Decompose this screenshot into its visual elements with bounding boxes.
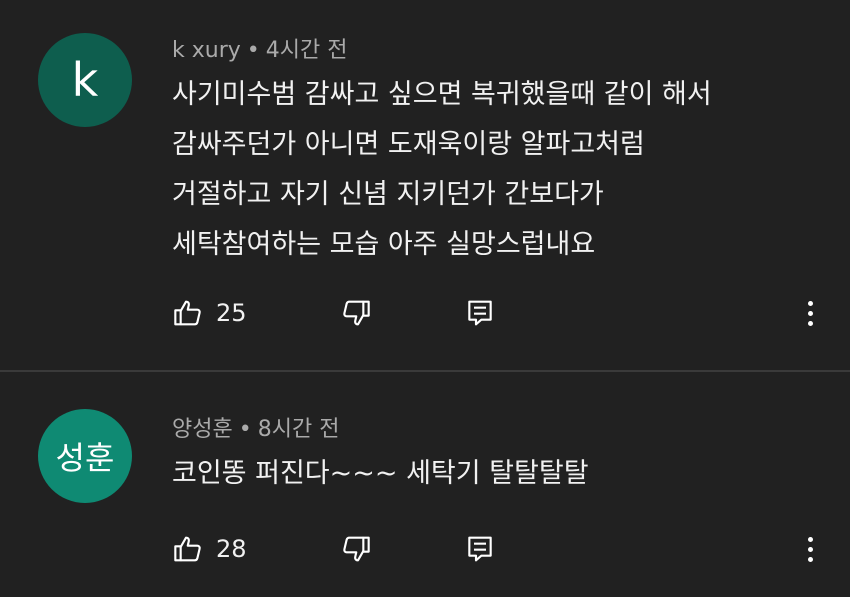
comment-line: 거절하고 자기 신념 지키던가 간보다가 bbox=[172, 179, 604, 210]
comment-item: 성훈 양성훈 • 8시간 전 코인똥 퍼진다~~~ 세탁기 탈탈탈탈 28 bbox=[0, 375, 850, 597]
meta-separator: • bbox=[238, 417, 252, 442]
more-vert-icon[interactable] bbox=[800, 293, 820, 333]
comment-actions: 28 bbox=[172, 529, 496, 569]
comment-line: 감싸주던가 아니면 도재욱이랑 알파고처럼 bbox=[172, 129, 645, 160]
more-vert-icon[interactable] bbox=[800, 529, 820, 569]
comment-time: 8시간 전 bbox=[257, 417, 340, 442]
comment-actions: 25 bbox=[172, 293, 496, 333]
divider bbox=[0, 370, 850, 372]
comment-line: 세탁참여하는 모습 아주 실망스럽내요 bbox=[172, 229, 596, 260]
avatar[interactable]: 성훈 bbox=[38, 409, 132, 503]
comment-line: 사기미수범 감싸고 싶으면 복귀했을때 같이 해서 bbox=[172, 79, 712, 110]
like-count: 28 bbox=[216, 535, 247, 563]
comment-author[interactable]: k xury bbox=[172, 38, 241, 63]
avatar[interactable]: k bbox=[38, 33, 132, 127]
meta-separator: • bbox=[246, 38, 260, 63]
reply-icon[interactable] bbox=[464, 297, 496, 329]
comment-item: k k xury • 4시간 전 사기미수범 감싸고 싶으면 복귀했을때 같이 해서… bbox=[0, 0, 850, 370]
thumbs-up-icon[interactable] bbox=[172, 297, 204, 329]
comment-meta: k xury • 4시간 전 bbox=[172, 32, 347, 64]
reply-icon[interactable] bbox=[464, 533, 496, 565]
comment-time: 4시간 전 bbox=[265, 38, 348, 63]
thumbs-down-icon[interactable] bbox=[340, 533, 372, 565]
comment-text: 사기미수범 감싸고 싶으면 복귀했을때 같이 해서 감싸주던가 아니면 도재욱이… bbox=[172, 70, 712, 270]
comment-text: 코인똥 퍼진다~~~ 세탁기 탈탈탈탈 bbox=[172, 449, 589, 499]
like-count: 25 bbox=[216, 299, 247, 327]
thumbs-down-icon[interactable] bbox=[340, 297, 372, 329]
comment-line: 코인똥 퍼진다~~~ 세탁기 탈탈탈탈 bbox=[172, 458, 589, 489]
comment-meta: 양성훈 • 8시간 전 bbox=[172, 411, 339, 443]
comment-author[interactable]: 양성훈 bbox=[172, 417, 233, 442]
thumbs-up-icon[interactable] bbox=[172, 533, 204, 565]
